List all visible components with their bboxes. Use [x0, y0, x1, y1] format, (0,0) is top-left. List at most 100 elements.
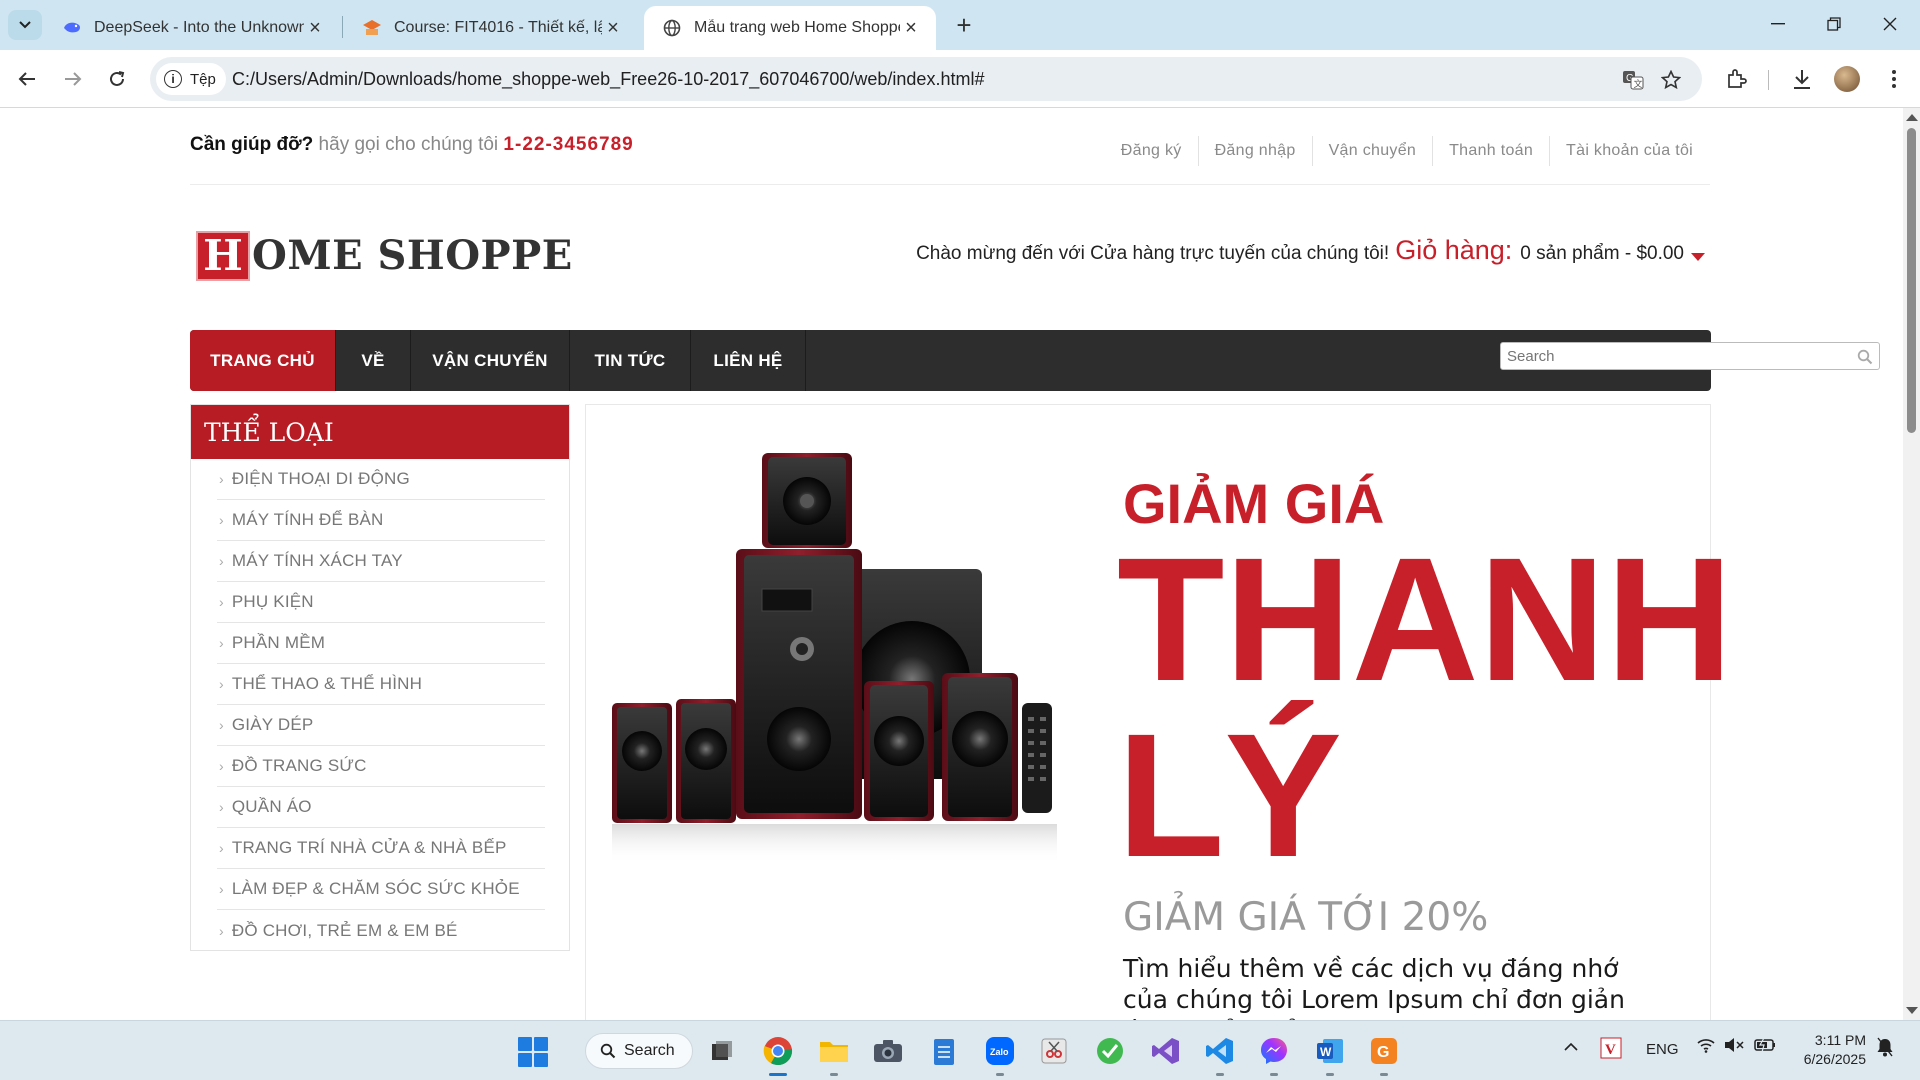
category-item[interactable]: › PHỤ KIỆN — [217, 582, 545, 623]
forward-button[interactable] — [56, 62, 90, 96]
battery-icon[interactable] — [1754, 1037, 1776, 1057]
cart-summary[interactable]: 0 sản phẩm - $0.00 — [1520, 243, 1684, 265]
restore-button[interactable] — [1806, 0, 1862, 48]
file-explorer-icon[interactable] — [816, 1033, 852, 1069]
category-item[interactable]: › MÁY TÍNH XÁCH TAY — [217, 541, 545, 582]
camera-icon[interactable] — [870, 1033, 906, 1069]
site-info-chip[interactable]: i Tệp — [156, 63, 226, 95]
url-text[interactable]: C:/Users/Admin/Downloads/home_shoppe-web… — [232, 69, 984, 90]
welcome-message: Chào mừng đến với Cửa hàng trực tuyến củ… — [916, 243, 1390, 264]
scroll-down-icon[interactable] — [1906, 1007, 1918, 1014]
language-indicator[interactable]: ENG — [1646, 1041, 1679, 1058]
close-tab-icon[interactable]: × — [602, 17, 624, 39]
notepad-icon[interactable] — [926, 1033, 962, 1069]
top-links: Đăng ký Đăng nhập Vận chuyển Thanh toán … — [1105, 136, 1709, 166]
category-item[interactable]: › THỂ THAO & THỂ HÌNH — [217, 664, 545, 705]
reload-button[interactable] — [100, 62, 134, 96]
new-tab-button[interactable]: + — [948, 10, 980, 40]
windows-start-icon[interactable] — [518, 1037, 548, 1067]
svg-text:V: V — [1605, 1042, 1616, 1058]
search-box — [1500, 342, 1880, 370]
scroll-up-icon[interactable] — [1906, 114, 1918, 121]
category-item[interactable]: › PHẦN MỀM — [217, 623, 545, 664]
site-logo[interactable]: H OME SHOPPE — [198, 231, 573, 280]
vscode-icon[interactable] — [1202, 1033, 1238, 1069]
bookmark-star-icon[interactable] — [1658, 67, 1684, 93]
wifi-icon[interactable] — [1696, 1037, 1716, 1057]
banner-subheadline: GIẢM GIÁ TỚI 20% — [1123, 895, 1489, 940]
category-item[interactable]: › ĐỒ TRANG SỨC — [217, 746, 545, 787]
svg-text:W: W — [1320, 1045, 1332, 1059]
app-indicator — [1326, 1073, 1334, 1076]
category-label: ĐỒ TRANG SỨC — [231, 756, 367, 775]
close-tab-icon[interactable]: × — [304, 17, 326, 39]
volume-muted-icon[interactable] — [1724, 1037, 1744, 1057]
browser-tab-bar: DeepSeek - Into the Unknown × Course: FI… — [0, 0, 1920, 50]
arrow-right-icon — [65, 72, 82, 86]
taskbar-search[interactable]: Search — [585, 1033, 693, 1069]
welcome-cart-line: Chào mừng đến với Cửa hàng trực tuyến củ… — [916, 235, 1684, 266]
nav-home[interactable]: TRANG CHỦ — [190, 330, 336, 391]
address-bar[interactable]: i Tệp C:/Users/Admin/Downloads/home_shop… — [150, 57, 1702, 101]
promo-banner[interactable]: GIẢM GIÁ THANH LÝ GIẢM GIÁ TỚI 20% Tìm h… — [585, 404, 1733, 1020]
category-item[interactable]: › QUẦN ÁO — [217, 787, 545, 828]
nav-news[interactable]: TIN TỨC — [570, 330, 691, 391]
browser-tab-course[interactable]: Course: FIT4016 - Thiết kế, lập t × — [344, 6, 638, 50]
banner-headline: THANH LÝ — [1117, 522, 1733, 894]
close-tab-icon[interactable]: × — [900, 17, 922, 39]
downloads-icon[interactable] — [1786, 63, 1818, 95]
search-input[interactable] — [1507, 346, 1837, 366]
login-link[interactable]: Đăng nhập — [1197, 136, 1312, 166]
back-button[interactable] — [10, 62, 44, 96]
messenger-icon[interactable] — [1256, 1033, 1292, 1069]
category-item[interactable]: › TRANG TRÍ NHÀ CỬA & NHÀ BẾP — [217, 828, 545, 869]
orange-app-icon[interactable]: G — [1366, 1033, 1402, 1069]
chevron-right-icon: › — [219, 922, 224, 939]
category-item[interactable]: › LÀM ĐẸP & CHĂM SÓC SỨC KHỎE — [217, 869, 545, 910]
page-scrollbar[interactable] — [1903, 108, 1920, 1020]
checkout-link[interactable]: Thanh toán — [1432, 136, 1549, 166]
word-icon[interactable]: W — [1312, 1033, 1348, 1069]
tab-search-button[interactable] — [8, 10, 42, 40]
minimize-button[interactable] — [1750, 0, 1806, 48]
tray-overflow-icon[interactable] — [1563, 1039, 1579, 1056]
snipping-tool-icon[interactable] — [1036, 1033, 1072, 1069]
vietkey-icon[interactable]: V — [1600, 1037, 1622, 1063]
zalo-icon[interactable]: Zalo — [982, 1033, 1018, 1069]
task-view-icon[interactable] — [704, 1033, 740, 1069]
nav-contact[interactable]: LIÊN HỆ — [691, 330, 806, 391]
shipping-link[interactable]: Vận chuyển — [1311, 136, 1433, 166]
nav-about[interactable]: VỀ — [336, 330, 411, 391]
translate-icon[interactable]: G文 — [1620, 67, 1646, 93]
close-window-button[interactable] — [1862, 0, 1918, 48]
chrome-icon[interactable] — [760, 1033, 796, 1069]
cart-dropdown-icon[interactable] — [1691, 253, 1705, 261]
system-clock[interactable]: 3:11 PM 6/26/2025 — [1790, 1031, 1866, 1069]
category-item[interactable]: › ĐIỆN THOẠI DI ĐỘNG — [217, 459, 545, 500]
notification-bell-icon[interactable] — [1876, 1037, 1894, 1061]
category-item[interactable]: › ĐỒ CHƠI, TRẺ EM & EM BÉ — [217, 910, 545, 951]
close-icon — [1883, 17, 1897, 31]
category-label: MÁY TÍNH ĐỂ BÀN — [231, 510, 384, 529]
category-item[interactable]: › MÁY TÍNH ĐỂ BÀN — [217, 500, 545, 541]
nav-shipping[interactable]: VẬN CHUYỂN — [411, 330, 570, 391]
wps-icon[interactable] — [1092, 1033, 1128, 1069]
visual-studio-icon[interactable] — [1148, 1033, 1184, 1069]
more-menu-icon[interactable] — [1878, 63, 1910, 95]
extensions-icon[interactable] — [1720, 63, 1752, 95]
toolbar-divider — [1768, 70, 1769, 90]
category-sidebar: THỂ LOẠI › ĐIỆN THOẠI DI ĐỘNG › MÁY TÍNH Đ… — [190, 404, 570, 951]
cart-label[interactable]: Giỏ hàng: — [1395, 235, 1512, 266]
register-link[interactable]: Đăng ký — [1105, 136, 1198, 166]
my-account-link[interactable]: Tài khoản của tôi — [1549, 136, 1709, 166]
browser-tab-home-shoppe[interactable]: Mẫu trang web Home Shoppe × — [644, 6, 936, 50]
chevron-right-icon: › — [219, 881, 224, 897]
browser-tab-deepseek[interactable]: DeepSeek - Into the Unknown × — [44, 6, 340, 50]
category-label: LÀM ĐẸP & CHĂM SÓC SỨC KHỎE — [231, 879, 520, 898]
profile-avatar[interactable] — [1834, 66, 1860, 92]
search-icon[interactable] — [1857, 349, 1873, 365]
category-item[interactable]: › GIÀY DÉP — [217, 705, 545, 746]
chevron-right-icon: › — [219, 758, 224, 774]
category-label: GIÀY DÉP — [231, 715, 314, 734]
scroll-thumb[interactable] — [1907, 128, 1916, 433]
